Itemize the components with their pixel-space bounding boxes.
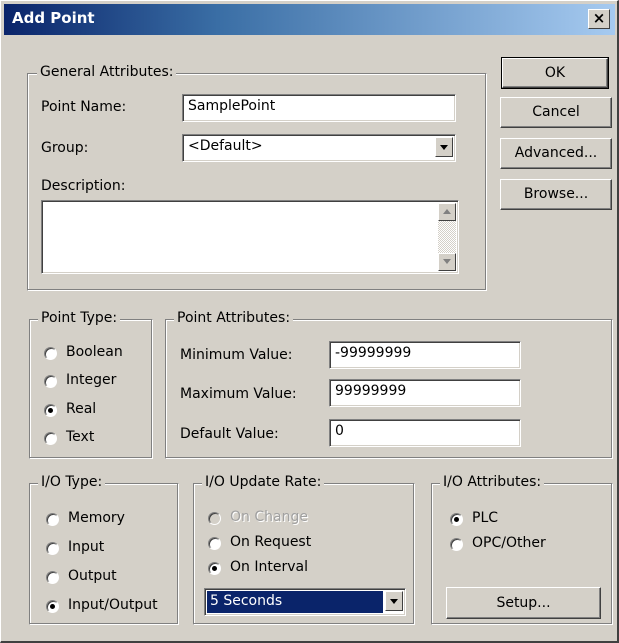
io-attr-opc-radio[interactable]	[450, 538, 463, 551]
cancel-button[interactable]: Cancel	[500, 97, 612, 128]
scroll-down-icon[interactable]	[438, 253, 456, 271]
io-type-output-radio[interactable]	[46, 571, 59, 584]
update-on-interval-label: On Interval	[230, 559, 308, 575]
interval-select-value: 5 Seconds	[207, 591, 383, 613]
title-bar[interactable]: Add Point ×	[4, 4, 615, 35]
io-attr-opc-label: OPC/Other	[472, 535, 546, 551]
chevron-down-icon[interactable]	[435, 137, 453, 157]
default-value-label: Default Value:	[180, 426, 279, 442]
maximum-value-label: Maximum Value:	[180, 386, 297, 402]
point-type-real-radio[interactable]	[44, 404, 57, 417]
update-on-change-radio	[208, 512, 221, 525]
maximum-value-input[interactable]: 99999999	[329, 379, 521, 407]
description-scrollbar-track[interactable]	[438, 221, 456, 253]
io-type-input-output-label: Input/Output	[68, 597, 158, 613]
update-on-request-label: On Request	[230, 534, 312, 550]
advanced-button-label: Advanced...	[514, 145, 598, 161]
browse-button[interactable]: Browse...	[500, 179, 612, 210]
setup-button[interactable]: Setup...	[446, 587, 601, 619]
minimum-value-input[interactable]: -99999999	[329, 341, 521, 369]
point-type-integer-radio[interactable]	[44, 375, 57, 388]
update-on-interval-radio[interactable]	[208, 562, 221, 575]
interval-select[interactable]: 5 Seconds	[204, 588, 406, 616]
default-value-input[interactable]: 0	[329, 419, 521, 447]
cancel-button-label: Cancel	[532, 104, 580, 120]
io-type-input-output-radio[interactable]	[46, 600, 59, 613]
point-name-input[interactable]: SamplePoint	[182, 94, 456, 122]
dialog-title: Add Point	[12, 9, 95, 27]
io-update-rate-group: I/O Update Rate: On Change On Request On…	[193, 474, 415, 625]
io-attr-plc-radio[interactable]	[450, 513, 463, 526]
point-type-text-label: Text	[66, 429, 95, 445]
io-type-input-label: Input	[68, 539, 105, 555]
advanced-button[interactable]: Advanced...	[500, 138, 612, 169]
io-type-output-label: Output	[68, 568, 117, 584]
point-type-group: Point Type: Boolean Integer Real Text	[29, 310, 153, 459]
update-on-request-radio[interactable]	[208, 537, 221, 550]
close-icon: ×	[592, 9, 606, 27]
description-textarea[interactable]	[41, 200, 459, 274]
update-on-change-label: On Change	[230, 509, 308, 525]
io-type-legend: I/O Type:	[38, 474, 106, 490]
io-type-memory-radio[interactable]	[46, 513, 59, 526]
io-type-group: I/O Type: Memory Input Output Input/Outp…	[29, 474, 179, 625]
chevron-down-icon[interactable]	[385, 591, 403, 611]
point-attributes-group: Point Attributes: Minimum Value: -999999…	[165, 310, 613, 459]
minimum-value-label: Minimum Value:	[180, 347, 293, 363]
point-type-real-label: Real	[66, 401, 97, 417]
point-type-boolean-label: Boolean	[66, 344, 123, 360]
io-attributes-group: I/O Attributes: PLC OPC/Other Setup...	[431, 474, 613, 625]
group-select-value: <Default>	[188, 138, 263, 154]
io-attributes-legend: I/O Attributes:	[440, 474, 545, 490]
scroll-up-icon[interactable]	[438, 203, 456, 221]
point-name-label: Point Name:	[41, 99, 127, 115]
point-type-text-radio[interactable]	[44, 432, 57, 445]
ok-button-label: OK	[544, 65, 566, 81]
point-attributes-legend: Point Attributes:	[174, 310, 294, 326]
point-type-boolean-radio[interactable]	[44, 347, 57, 360]
io-type-memory-label: Memory	[68, 510, 125, 526]
description-label: Description:	[41, 178, 126, 194]
point-type-legend: Point Type:	[38, 310, 121, 326]
point-type-integer-label: Integer	[66, 372, 117, 388]
general-attributes-legend: General Attributes:	[37, 64, 177, 80]
group-select[interactable]: <Default>	[182, 134, 456, 162]
io-update-rate-legend: I/O Update Rate:	[202, 474, 325, 490]
io-attr-plc-label: PLC	[472, 510, 499, 526]
io-type-input-radio[interactable]	[46, 542, 59, 555]
add-point-dialog: Add Point × General Attributes: Point Na…	[0, 0, 619, 643]
ok-button[interactable]: OK	[501, 57, 609, 89]
group-label: Group:	[41, 140, 89, 156]
browse-button-label: Browse...	[523, 186, 589, 202]
setup-button-label: Setup...	[496, 595, 551, 611]
close-button[interactable]: ×	[588, 9, 610, 29]
general-attributes-group: General Attributes: Point Name: SamplePo…	[27, 64, 487, 291]
